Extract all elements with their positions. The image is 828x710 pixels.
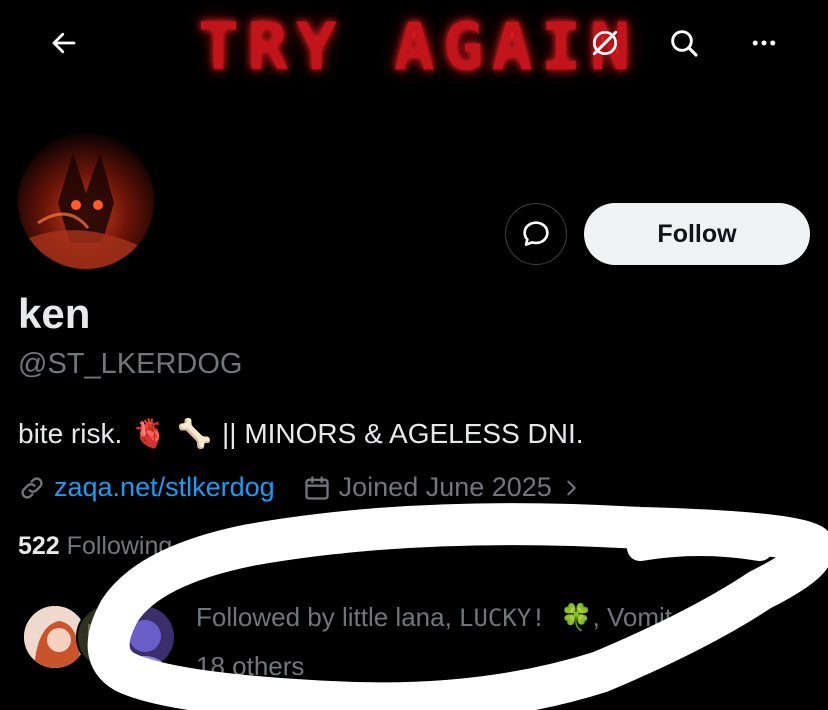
- scribble-overlay: [87, 503, 828, 710]
